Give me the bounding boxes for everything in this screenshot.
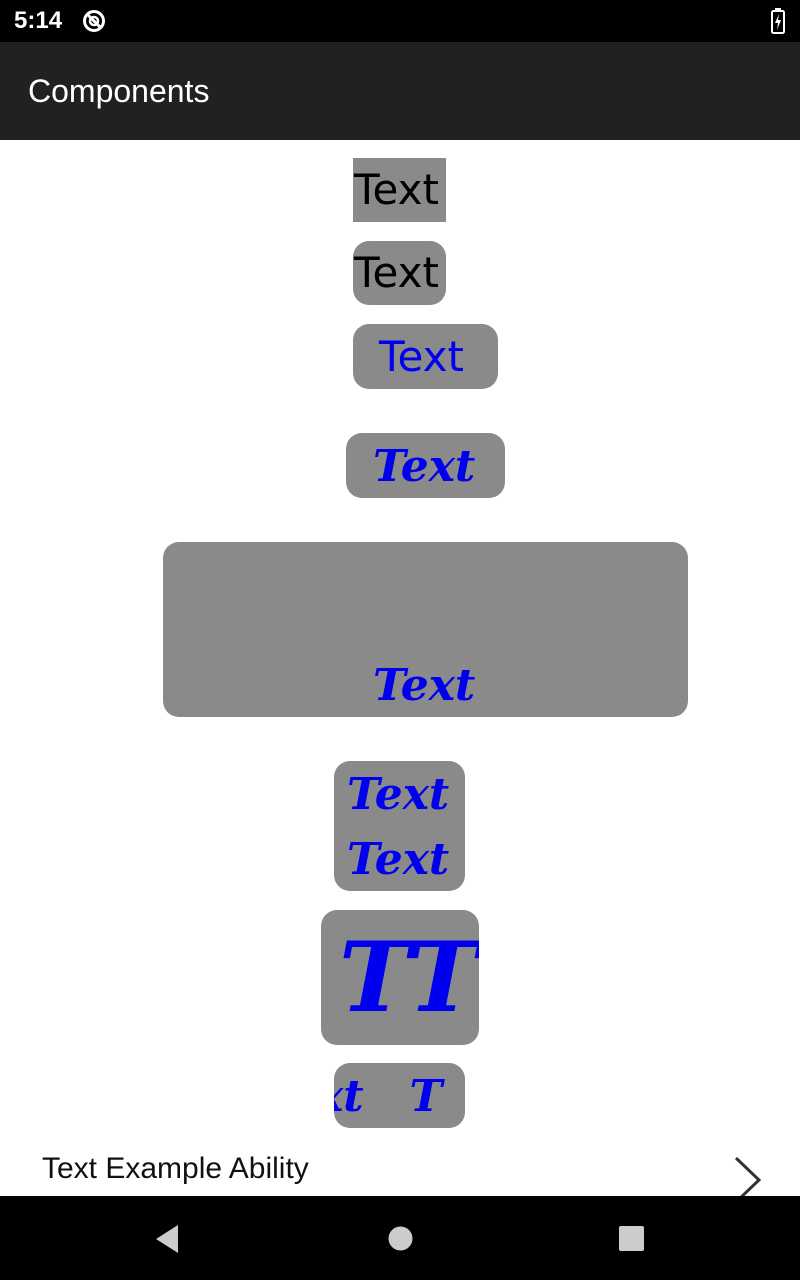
text-sample-marquee: ext T — [334, 1063, 465, 1128]
sync-disabled-icon — [83, 10, 105, 32]
text-sample-line-2: Text — [347, 834, 450, 885]
text-sample-label: Text — [354, 248, 439, 297]
text-sample-bottom-aligned: Text — [163, 542, 688, 717]
text-examples-content[interactable]: Text Text Text Text Text Text Text TT ex… — [0, 140, 800, 1196]
text-sample-blue-padded: Text — [353, 324, 498, 389]
text-sample-label: Text — [373, 660, 476, 711]
list-item-label: Text Example Ability — [42, 1152, 309, 1185]
battery-charging-icon — [771, 8, 785, 34]
home-icon[interactable] — [388, 1226, 413, 1251]
text-sample-label: ext T — [334, 1071, 443, 1122]
text-sample-large: TT — [321, 910, 479, 1045]
list-item-text-example-ability[interactable]: Text Example Ability — [0, 1140, 800, 1196]
back-icon[interactable] — [154, 1224, 180, 1254]
app-bar: Components — [0, 42, 800, 140]
text-sample-label: TT — [339, 921, 479, 1034]
page-title: Components — [28, 73, 210, 109]
recents-icon[interactable] — [619, 1226, 644, 1251]
chevron-right-icon[interactable] — [732, 1156, 762, 1196]
text-sample-line-1: Text — [347, 769, 450, 820]
status-time: 5:14 — [14, 7, 63, 34]
navigation-bar — [0, 1196, 800, 1280]
text-sample-bold-italic: Text — [346, 433, 505, 498]
text-sample-plain-square: Text — [353, 158, 446, 222]
text-sample-multiline: Text Text — [334, 761, 465, 891]
text-sample-plain-rounded: Text — [353, 241, 446, 305]
text-sample-label: Text — [354, 165, 439, 214]
text-sample-label: Text — [373, 441, 476, 492]
status-bar: 5:14 — [0, 0, 800, 42]
text-sample-label: Text — [379, 332, 464, 381]
